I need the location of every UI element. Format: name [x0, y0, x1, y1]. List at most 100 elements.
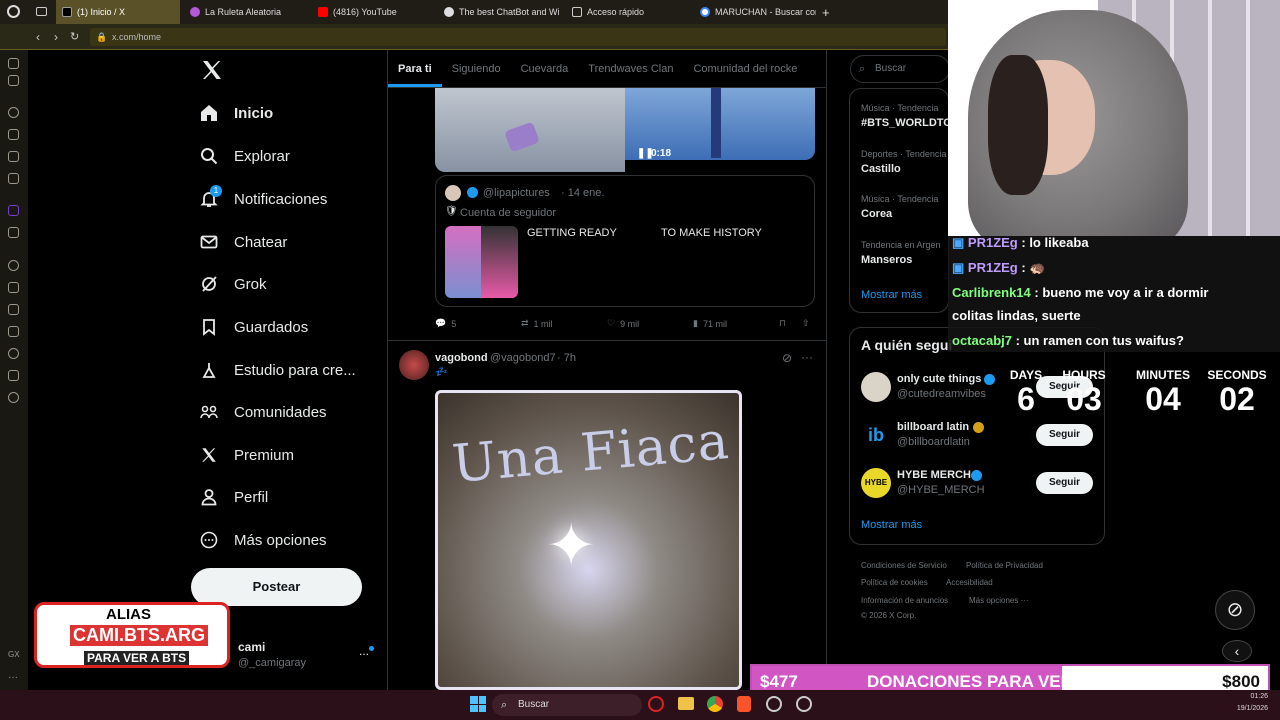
quote-image-right[interactable]: [481, 226, 518, 298]
follow-button[interactable]: Seguir: [1036, 472, 1093, 494]
nav-perfil[interactable]: Perfil: [200, 488, 268, 506]
account-name[interactable]: cami: [238, 640, 265, 654]
account-more-button[interactable]: ...: [359, 644, 369, 658]
nav-chatear[interactable]: Chatear: [200, 233, 287, 251]
tab-maruchan[interactable]: MARUCHAN - Buscar con: [692, 0, 816, 24]
x-sidebar-icon[interactable]: [8, 227, 19, 238]
footer-accessibility[interactable]: Accesibilidad: [946, 578, 993, 587]
m-sidebar-icon[interactable]: [8, 173, 19, 184]
views-button[interactable]: ▮ 71 mil: [693, 318, 727, 329]
nav-explorar[interactable]: Explorar: [200, 147, 290, 165]
follow-name[interactable]: billboard latin: [897, 421, 969, 433]
trend-name[interactable]: Manseros: [861, 254, 912, 266]
vagobond-avatar[interactable]: [399, 350, 429, 380]
flag-sidebar-icon[interactable]: [8, 326, 19, 337]
clock-sidebar-icon[interactable]: [8, 260, 19, 271]
trends-show-more[interactable]: Mostrar más: [861, 289, 922, 301]
x-logo-icon[interactable]: [200, 58, 224, 82]
follow-button[interactable]: Seguir: [1036, 424, 1093, 446]
footer-terms[interactable]: Condiciones de Servicio: [861, 561, 947, 570]
grid-sidebar-icon[interactable]: [8, 282, 19, 293]
chat-message: ▣ PR1ZEg : 🦔: [952, 260, 1046, 276]
nav-comunidades[interactable]: Comunidades: [200, 403, 327, 421]
aria-sidebar-icon[interactable]: [8, 107, 19, 118]
tab-trendwaves[interactable]: Trendwaves Clan: [578, 50, 683, 87]
taskbar-time[interactable]: 01:26: [1228, 693, 1268, 700]
bag-sidebar-icon[interactable]: [8, 129, 19, 140]
tab-para-ti[interactable]: Para ti: [388, 50, 442, 87]
windows-start-icon[interactable]: [470, 696, 486, 712]
search-input[interactable]: ⌕ Buscar: [850, 55, 950, 83]
wallet-sidebar-icon[interactable]: [8, 151, 19, 162]
brave-taskbar-icon[interactable]: [737, 696, 751, 712]
tab-chatbot[interactable]: The best ChatBot and Wi: [436, 0, 564, 24]
obs-taskbar-icon[interactable]: [796, 696, 812, 712]
grok-floating-button[interactable]: ⊘: [1215, 590, 1255, 630]
taskbar-date[interactable]: 19/1/2026: [1222, 705, 1268, 712]
new-tab-button[interactable]: +: [822, 5, 830, 20]
nav-grok[interactable]: Grok: [200, 275, 267, 293]
nav-notificaciones[interactable]: 1 Notificaciones: [200, 185, 327, 208]
footer-cookies[interactable]: Política de cookies: [861, 578, 928, 587]
trend-name[interactable]: #BTS_WORLDTO: [861, 117, 952, 129]
follow-name[interactable]: only cute things: [897, 373, 981, 385]
explorer-taskbar-icon[interactable]: [678, 697, 694, 710]
footer-ads[interactable]: Información de anuncios: [861, 596, 948, 605]
tab-inicio-x[interactable]: (1) Inicio / X: [56, 0, 180, 24]
home-sidebar-icon[interactable]: [8, 58, 19, 69]
nav-guardados[interactable]: Guardados: [200, 318, 308, 336]
timer-days-label: DAYS: [1009, 368, 1043, 382]
taskbar-search[interactable]: ⌕ Buscar: [492, 694, 642, 716]
follow-avatar-cute[interactable]: [861, 372, 891, 402]
tab-cuevarda[interactable]: Cuevarda: [511, 50, 579, 87]
post-image-1[interactable]: [435, 88, 625, 172]
share-button[interactable]: ⇧: [802, 318, 810, 329]
like-button[interactable]: ♡ 9 mil: [607, 318, 639, 329]
nav-mas-opciones[interactable]: Más opciones: [200, 531, 327, 549]
repost-button[interactable]: ⇄ 1 mil: [521, 318, 553, 329]
quoted-post[interactable]: @lipapictures · 14 ene. 🛡 Cuenta de segu…: [435, 175, 815, 307]
steam-taskbar-icon[interactable]: [766, 696, 782, 712]
trend-name[interactable]: Corea: [861, 208, 892, 220]
gx-icon[interactable]: GX: [8, 650, 20, 661]
tab-ruleta[interactable]: La Ruleta Aleatoria: [180, 0, 308, 24]
footer-more[interactable]: Más opciones ···: [969, 596, 1029, 605]
back-icon[interactable]: ‹: [36, 30, 40, 44]
forward-icon[interactable]: ›: [54, 30, 58, 44]
follow-name[interactable]: HYBE MERCH: [897, 469, 971, 481]
bookmark-button[interactable]: ⊓: [779, 318, 786, 329]
messages-collapse-icon[interactable]: ‹: [1222, 640, 1252, 662]
hybe-logo-icon[interactable]: HYBE: [861, 468, 891, 498]
heart-sidebar-icon[interactable]: [8, 304, 19, 315]
reply-button[interactable]: 💬 5: [435, 318, 456, 329]
opera-taskbar-icon[interactable]: [648, 696, 664, 712]
tab-acceso-rapido[interactable]: Acceso rápido: [564, 0, 692, 24]
tab-youtube[interactable]: (4816) YouTube: [308, 0, 436, 24]
post-more-icon[interactable]: ···: [801, 350, 813, 364]
tab-comunidad-rock[interactable]: Comunidad del rocke: [683, 50, 807, 87]
reload-icon[interactable]: ↻: [70, 30, 79, 43]
more-sidebar-icon[interactable]: ···: [8, 672, 19, 683]
cube-sidebar-icon[interactable]: [8, 370, 19, 381]
opera-logo-icon[interactable]: [7, 5, 20, 18]
nav-estudio[interactable]: Estudio para cre...: [200, 361, 356, 379]
post-video[interactable]: ❚❚ 0:18: [625, 88, 815, 160]
twitch-sidebar-icon[interactable]: [8, 205, 19, 216]
tab-siguiendo[interactable]: Siguiendo: [442, 50, 511, 87]
gamepad-sidebar-icon[interactable]: [8, 75, 19, 86]
post2-image[interactable]: Una Fiaca ✦: [435, 390, 742, 690]
url-field[interactable]: 🔒 x.com/home: [90, 28, 946, 46]
nav-inicio[interactable]: Inicio: [200, 104, 273, 122]
settings-sidebar-icon[interactable]: [8, 392, 19, 403]
history-sidebar-icon[interactable]: [8, 348, 19, 359]
quote-image-left[interactable]: [445, 226, 481, 298]
footer-privacy[interactable]: Política de Privacidad: [966, 561, 1043, 570]
trend-name[interactable]: Castillo: [861, 163, 901, 175]
chrome-taskbar-icon[interactable]: [707, 696, 723, 712]
billboard-logo-icon[interactable]: ib: [861, 420, 891, 450]
follow-show-more[interactable]: Mostrar más: [861, 519, 922, 531]
grok-post-icon[interactable]: ⊘: [782, 351, 792, 365]
nav-premium[interactable]: Premium: [200, 446, 294, 464]
post2-name[interactable]: vagobond: [435, 352, 488, 364]
tab-switcher-icon[interactable]: [36, 7, 47, 16]
